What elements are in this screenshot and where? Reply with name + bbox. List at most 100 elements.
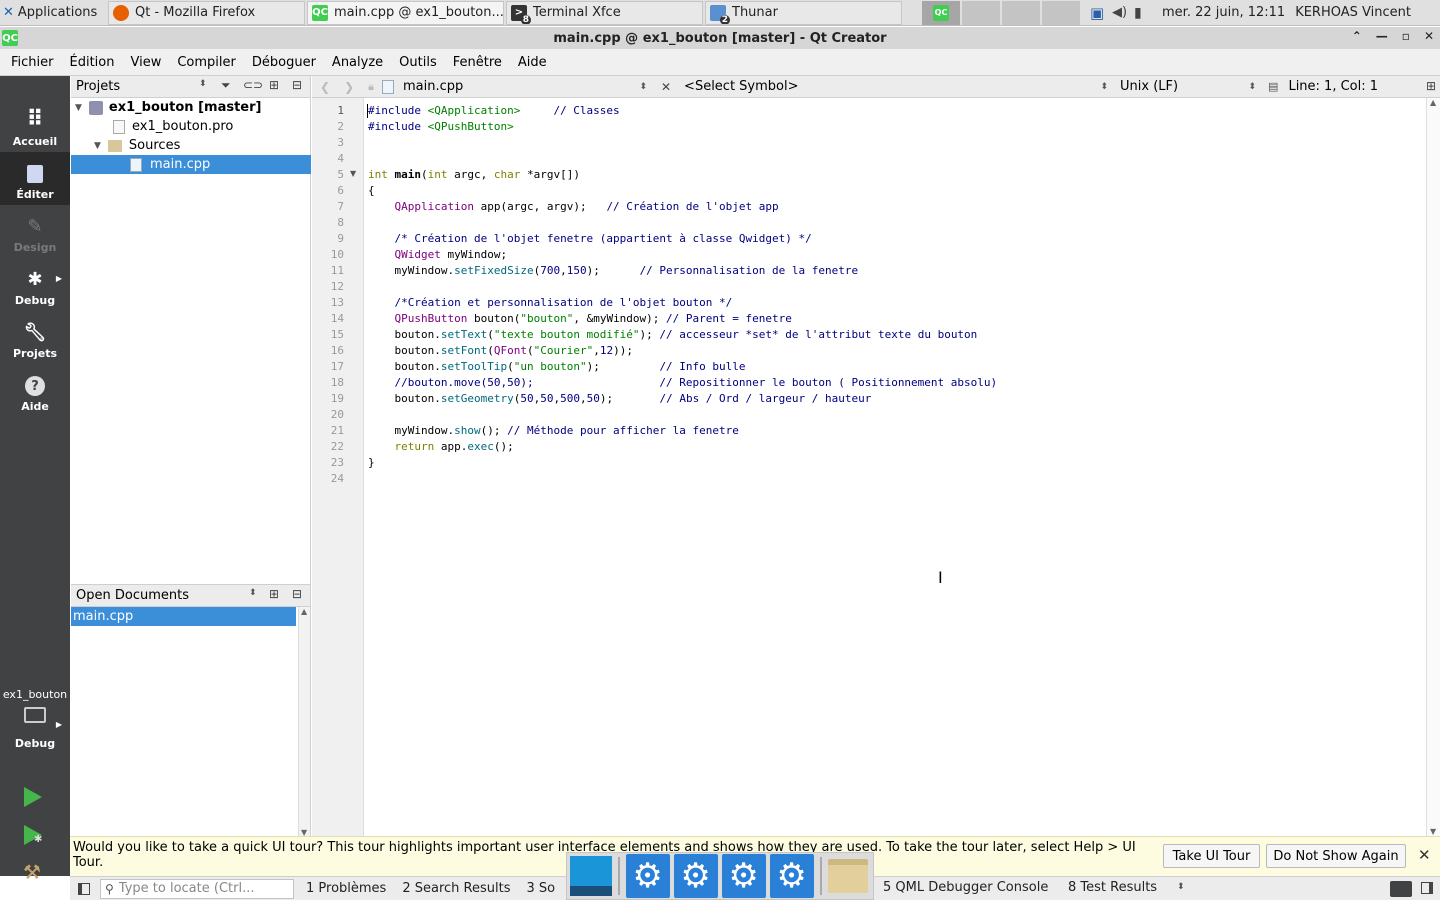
task-firefox[interactable]: Qt - Mozilla Firefox	[108, 0, 305, 25]
take-ui-tour-button[interactable]: Take UI Tour	[1163, 844, 1260, 868]
run-button[interactable]	[24, 787, 42, 807]
code-line[interactable]	[368, 135, 1418, 151]
code-line[interactable]: #include <QPushButton>	[368, 119, 1418, 135]
menu-fenetre[interactable]: Fenêtre	[445, 55, 510, 70]
dock-desktop-icon[interactable]	[570, 854, 612, 898]
volume-icon[interactable]: ◀)	[1112, 5, 1134, 20]
task-thunar[interactable]: 2 Thunar	[705, 0, 902, 25]
split-editor-icon[interactable]: ⊞	[1426, 79, 1436, 93]
code-line[interactable]: QPushButton bouton("bouton", &myWindow);…	[368, 311, 1418, 327]
scroll-up-icon[interactable]: ▲	[1430, 98, 1436, 107]
code-line[interactable]: QWidget myWindow;	[368, 247, 1418, 263]
code-line[interactable]: bouton.setFont(QFont("Courier",12));	[368, 343, 1418, 359]
mode-debug[interactable]: ✱ ▶ Debug	[0, 258, 70, 311]
fold-arrow-icon[interactable]: ▼	[350, 169, 356, 178]
code-line[interactable]: //bouton.move(50,50); // Repositionner l…	[368, 375, 1418, 391]
dock-settings-icon-4[interactable]: ⚙	[769, 854, 814, 898]
build-hammer-icon[interactable]: ⚒	[23, 860, 41, 884]
code-line[interactable]: {	[368, 183, 1418, 199]
tab-test-results[interactable]: 8 Test Results	[1068, 880, 1157, 895]
sort-arrows-icon[interactable]: ⬍	[1177, 882, 1185, 892]
menu-view[interactable]: View	[122, 55, 169, 70]
menu-outils[interactable]: Outils	[391, 55, 445, 70]
menu-analyze[interactable]: Analyze	[324, 55, 391, 70]
filter-icon[interactable]: ⏷	[221, 78, 231, 93]
tab-problems[interactable]: 1 Problèmes	[306, 881, 386, 896]
tree-item-pro-file[interactable]: ex1_bouton.pro	[71, 117, 311, 136]
scrollbar[interactable]: ▲ ▼	[298, 607, 310, 837]
close-icon[interactable]: ✕	[1418, 846, 1431, 864]
menu-aide[interactable]: Aide	[510, 55, 555, 70]
code-line[interactable]: }	[368, 455, 1418, 471]
dock-settings-icon-1[interactable]: ⚙	[625, 854, 670, 898]
scroll-down-icon[interactable]: ▼	[1430, 827, 1436, 836]
code-line[interactable]: int main(int argc, char *argv[])	[368, 167, 1418, 183]
dock-folder-icon[interactable]	[827, 854, 869, 898]
tree-project-root[interactable]: ▼ ex1_bouton [master]	[71, 98, 311, 117]
code-line[interactable]: QApplication app(argc, argv); // Créatio…	[368, 199, 1418, 215]
mode-welcome[interactable]: ⠿ Accueil	[0, 99, 70, 152]
code-line[interactable]: bouton.setText("texte bouton modifié"); …	[368, 327, 1418, 343]
code-line[interactable]: myWindow.show(); // Méthode pour affiche…	[368, 423, 1418, 439]
tree-item-main-cpp[interactable]: main.cpp	[71, 155, 311, 174]
tab-search-results[interactable]: 2 Search Results	[402, 881, 510, 896]
battery-icon[interactable]: ▮	[1134, 5, 1156, 21]
locate-input[interactable]: ⚲ Type to locate (Ctrl...	[100, 878, 294, 899]
dock-settings-icon-2[interactable]: ⚙	[673, 854, 718, 898]
scroll-up-icon[interactable]: ▲	[301, 607, 307, 616]
task-terminal[interactable]: >8 Terminal Xfce	[506, 0, 703, 25]
tab-3[interactable]: 3 So	[526, 881, 555, 896]
network-icon[interactable]: ▣	[1090, 4, 1112, 22]
user-name[interactable]: KERHOAS Vincent	[1295, 5, 1411, 20]
close-document-icon[interactable]: ✕	[661, 80, 671, 94]
clock[interactable]: mer. 22 juin, 12:11	[1162, 5, 1285, 20]
link-icon[interactable]: ⊂⊃	[243, 78, 263, 92]
line-ending-selector[interactable]: Unix (LF) ⬍	[1120, 79, 1260, 94]
code-line[interactable]: myWindow.setFixedSize(700,150); // Perso…	[368, 263, 1418, 279]
output-pane-toggle-icon[interactable]	[1390, 881, 1412, 897]
expand-arrow-icon[interactable]: ▼	[94, 141, 101, 151]
close-pane-icon[interactable]: ⊟	[292, 587, 302, 601]
code-line[interactable]: bouton.setToolTip("un bouton"); // Info …	[368, 359, 1418, 375]
code-line[interactable]: return app.exec();	[368, 439, 1418, 455]
do-not-show-again-button[interactable]: Do Not Show Again	[1266, 844, 1406, 868]
menu-deboguer[interactable]: Déboguer	[244, 55, 324, 70]
workspace-1[interactable]: QC	[922, 0, 960, 25]
kit-selector[interactable]: ex1_bouton ▶ Debug	[0, 688, 70, 762]
code-line[interactable]	[368, 407, 1418, 423]
maximize-icon[interactable]: ▫	[1402, 29, 1410, 43]
mode-projects[interactable]: 🔧︎ Projets	[0, 311, 70, 364]
task-qtcreator[interactable]: QC main.cpp @ ex1_bouton...	[307, 0, 504, 25]
code-line[interactable]	[368, 151, 1418, 167]
code-line[interactable]: bouton.setGeometry(50,50,500,50); // Abs…	[368, 391, 1418, 407]
sort-arrows-icon[interactable]: ⬍	[249, 588, 257, 598]
code-line[interactable]	[368, 215, 1418, 231]
right-sidebar-toggle-icon[interactable]	[1421, 882, 1433, 894]
toggle-sidebar-icon[interactable]	[78, 882, 90, 895]
document-selector[interactable]: main.cpp ⬍	[403, 79, 653, 94]
file-info-icon[interactable]: ▤	[1268, 80, 1278, 93]
sort-arrows-icon[interactable]: ⬍	[199, 79, 207, 89]
workspace-3[interactable]	[1002, 0, 1040, 25]
editor-scrollbar[interactable]: ▲ ▼	[1426, 98, 1440, 836]
code-line[interactable]: /*Création et personnalisation de l'obje…	[368, 295, 1418, 311]
mode-help[interactable]: ? Aide	[0, 364, 70, 417]
code-line[interactable]	[368, 471, 1418, 487]
workspace-2[interactable]	[962, 0, 1000, 25]
mode-design[interactable]: ✎ Design	[0, 205, 70, 258]
minimize-icon[interactable]: —	[1376, 29, 1388, 43]
symbol-selector[interactable]: <Select Symbol> ⬍	[684, 79, 1112, 94]
menu-edition[interactable]: Édition	[62, 55, 123, 70]
split-icon[interactable]: ⊞	[269, 78, 279, 92]
split-icon[interactable]: ⊞	[269, 587, 279, 601]
mode-edit[interactable]: Éditer	[0, 152, 70, 205]
close-pane-icon[interactable]: ⊟	[292, 78, 302, 92]
code-line[interactable]	[368, 279, 1418, 295]
pane-title[interactable]: Open Documents	[76, 588, 189, 603]
tab-qml-debugger[interactable]: 5 QML Debugger Console	[883, 880, 1048, 895]
code-line[interactable]: #include <QApplication> // Classes	[368, 103, 1418, 119]
shade-icon[interactable]: ⌃	[1352, 29, 1362, 43]
dock-settings-icon-3[interactable]: ⚙	[721, 854, 766, 898]
open-document-item[interactable]: main.cpp	[71, 607, 296, 626]
cursor-position[interactable]: Line: 1, Col: 1	[1288, 79, 1378, 94]
